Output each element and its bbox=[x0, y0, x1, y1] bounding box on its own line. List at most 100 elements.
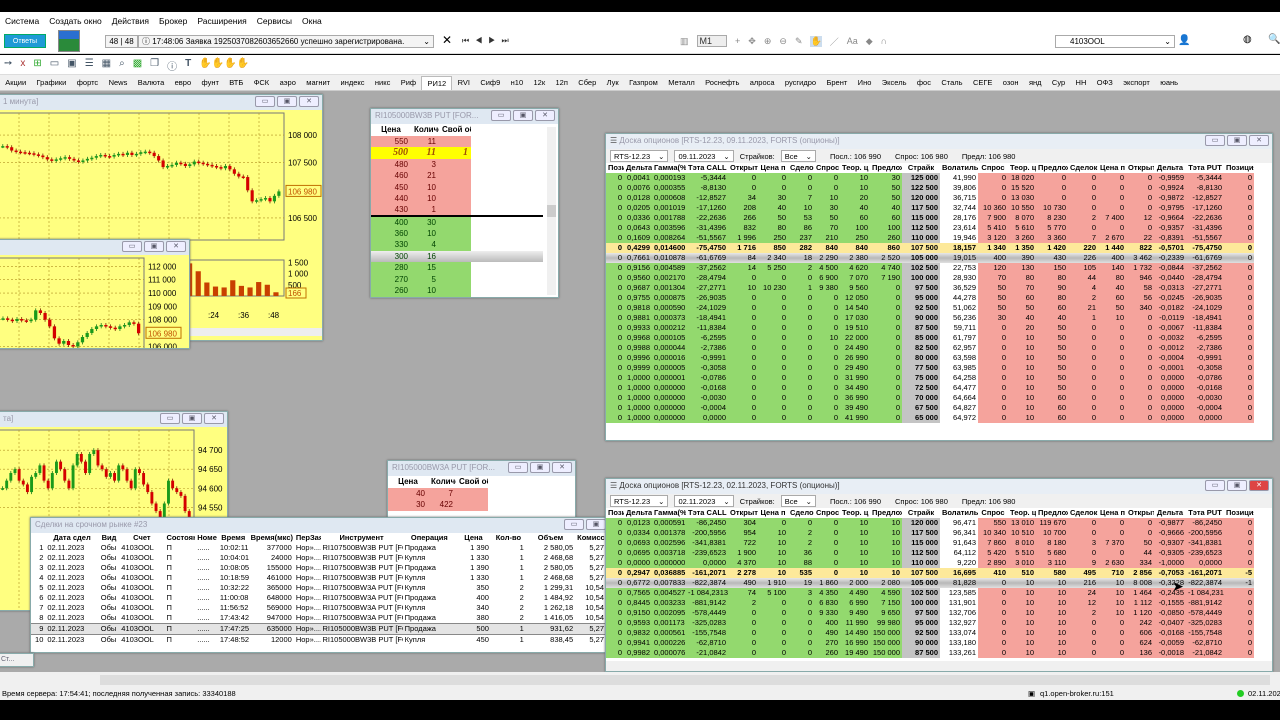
menu-item[interactable]: Расширения bbox=[192, 16, 251, 26]
option-row[interactable]: 0 0,0000 0,000000 0,0000 4 370 10 88 0 10 10 110 0… bbox=[606, 558, 1254, 568]
fill-icon[interactable]: ◆ bbox=[866, 36, 873, 47]
ask-row[interactable]: 480 3 bbox=[371, 158, 543, 170]
search-icon[interactable]: 🔍 bbox=[1268, 34, 1280, 45]
ask-row[interactable]: 450 10 bbox=[371, 181, 543, 193]
column-header[interactable]: Позиц bbox=[606, 163, 624, 173]
tab[interactable]: 12к bbox=[528, 76, 550, 89]
ask-row[interactable]: 550 11 bbox=[371, 135, 543, 147]
column-header[interactable]: Страйк bbox=[902, 163, 940, 173]
maximize-icon[interactable]: ▣ bbox=[1227, 480, 1247, 491]
ask-row[interactable]: 430 1 bbox=[371, 204, 543, 217]
column-header[interactable]: Цена п bbox=[1098, 508, 1126, 518]
column-header[interactable]: Сделок bbox=[1068, 508, 1098, 518]
user-icon[interactable]: 👤 bbox=[1178, 35, 1190, 46]
column-header[interactable]: Позиция bbox=[1224, 163, 1254, 173]
tab[interactable]: Брент bbox=[821, 76, 852, 89]
option-row[interactable]: 0 0,9999 0,000005 -0,3058 0 0 0 0 29 490 0 77 500 6… bbox=[606, 363, 1254, 373]
tab[interactable]: магнит bbox=[301, 76, 335, 89]
column-header[interactable]: Теор. ц bbox=[1008, 508, 1036, 518]
minimize-icon[interactable]: ▭ bbox=[491, 110, 511, 121]
table-icon[interactable]: ▦ bbox=[102, 58, 111, 73]
minimize-icon[interactable]: ▭ bbox=[1205, 135, 1225, 146]
instrument-select[interactable]: RTS-12.23 ⌄ bbox=[610, 495, 669, 507]
column-header[interactable]: Позиц bbox=[606, 508, 624, 518]
tab[interactable]: Сталь bbox=[936, 76, 968, 89]
window-icon[interactable]: ▭ bbox=[50, 58, 59, 73]
column-header[interactable]: Тэта CALL bbox=[686, 508, 728, 518]
close-icon[interactable]: ✕ bbox=[535, 110, 555, 121]
option-row[interactable]: 0 1,0000 0,000000 -0,0168 0 0 0 0 34 490 0 72 500 6… bbox=[606, 383, 1254, 393]
column-header[interactable]: Количе bbox=[411, 124, 439, 136]
bid-row[interactable]: 330 4 bbox=[371, 239, 543, 251]
options-board-1[interactable]: ☰ Доска опционов [RTS-12.23, 09.11.2023,… bbox=[605, 133, 1273, 441]
tab[interactable]: Сиф9 bbox=[475, 76, 505, 89]
column-header[interactable]: Комисс bbox=[575, 533, 606, 543]
column-header[interactable]: Цена bbox=[371, 124, 411, 136]
column-header[interactable]: Номе bbox=[195, 533, 218, 543]
trades-table[interactable]: Дата сдел Вид Счет Состоян Номе Время Время(мк… bbox=[31, 533, 606, 645]
column-header[interactable]: Спрос bbox=[814, 508, 840, 518]
option-row[interactable]: 0 0,0205 0,001019 -17,1260 208 40 10 30 40 40 117 … bbox=[606, 203, 1254, 213]
column-header[interactable]: Цена п bbox=[758, 508, 788, 518]
column-header[interactable]: Предлож bbox=[870, 508, 902, 518]
trade-row[interactable]: 6 02.11.2023 Обы 4103OOL П...... 11:00:08 6480… bbox=[31, 593, 606, 603]
bid-row[interactable]: 300 16 bbox=[371, 250, 543, 262]
instrument-select[interactable]: RTS-12.23 ⌄ bbox=[610, 150, 669, 162]
tab[interactable]: Графики bbox=[31, 76, 71, 89]
column-header[interactable]: Открыт bbox=[728, 508, 758, 518]
orderbook-window-1[interactable]: RI105000BW3B PUT [FOR...▭▣✕ ЦенаКоличеСв… bbox=[370, 108, 559, 298]
close-message-icon[interactable]: ✕ bbox=[442, 33, 452, 47]
expiry-select[interactable]: 02.11.2023 ⌄ bbox=[674, 495, 734, 507]
close-icon[interactable]: ✕ bbox=[552, 462, 572, 473]
trade-row[interactable]: 4 02.11.2023 Обы 4103OOL П...... 10:18:59 4610… bbox=[31, 573, 606, 583]
column-header[interactable]: Предлож bbox=[1036, 163, 1068, 173]
minimize-icon[interactable]: ▭ bbox=[160, 413, 180, 424]
bid-row[interactable]: 360 10 bbox=[371, 227, 543, 239]
column-header[interactable]: Теор. ц bbox=[840, 508, 870, 518]
menu-item[interactable]: Сервисы bbox=[252, 16, 297, 26]
option-row[interactable]: 0 0,9156 0,004589 -37,2562 14 5 250 2 4 500 4 62… bbox=[606, 263, 1254, 273]
option-row[interactable]: 0 0,9941 0,000226 -62,8710 0 0 0 270 16 990 150 0… bbox=[606, 638, 1254, 648]
minimize-icon[interactable]: ▭ bbox=[122, 241, 142, 252]
column-header[interactable]: Дата сдел bbox=[45, 533, 99, 543]
trade-row[interactable]: 10 02.11.2023 Обы 4103OOL П...... 17:48:52 120… bbox=[31, 634, 606, 645]
tab[interactable]: фортс bbox=[72, 76, 104, 89]
trade-row[interactable]: 7 02.11.2023 Обы 4103OOL П...... 11:56:52 5690… bbox=[31, 603, 606, 613]
option-row[interactable]: 0 0,9687 0,001304 -27,2771 10 10 230 1 9 380 9 5… bbox=[606, 283, 1254, 293]
maximize-icon[interactable]: ▣ bbox=[1227, 135, 1247, 146]
minimize-icon[interactable]: ▭ bbox=[564, 519, 584, 530]
tab[interactable]: русгидро bbox=[780, 76, 822, 89]
option-row[interactable]: 0 0,9996 0,000016 -0,9991 0 0 0 0 26 990 0 80 000 6… bbox=[606, 353, 1254, 363]
options-board-2[interactable]: ☰ Доска опционов [RTS-12.23, 02.11.2023,… bbox=[605, 478, 1273, 672]
tab[interactable]: Валюта bbox=[133, 76, 170, 89]
tab[interactable]: ФСК bbox=[249, 76, 275, 89]
zoom-in-icon[interactable]: ⊕ bbox=[764, 36, 772, 47]
account-select[interactable]: 4103OOL ⌄ bbox=[1055, 35, 1175, 48]
column-header[interactable]: Дельта bbox=[624, 508, 652, 518]
column-header[interactable]: Объем bbox=[525, 533, 576, 543]
ask-row[interactable]: 440 10 bbox=[371, 193, 543, 205]
close-icon[interactable]: ✕ bbox=[204, 413, 224, 424]
menu-item[interactable]: Создать окно bbox=[44, 16, 107, 26]
close-icon[interactable]: ✕ bbox=[299, 96, 319, 107]
option-row[interactable]: 0 0,4299 0,014600 -75,4750 1 716 850 282 840 840… bbox=[606, 243, 1254, 253]
option-row[interactable]: 0 0,9832 0,000561 -155,7548 0 0 0 490 14 490 150 … bbox=[606, 628, 1254, 638]
close-icon[interactable]: ✕ bbox=[166, 241, 186, 252]
interval-select[interactable]: M1 bbox=[696, 35, 728, 47]
option-row[interactable]: 0 0,0693 0,002596 -341,8381 722 10 2 0 10 10 115 0… bbox=[606, 538, 1254, 548]
option-row[interactable]: 0 0,9593 0,001173 -325,0283 0 0 0 400 11 990 99 9… bbox=[606, 618, 1254, 628]
column-header[interactable]: Сделок bbox=[1068, 163, 1098, 173]
minimize-icon[interactable]: ▭ bbox=[1205, 480, 1225, 491]
tab[interactable]: озон bbox=[998, 76, 1024, 89]
column-header[interactable]: Свой об bbox=[439, 124, 471, 136]
menu-item[interactable]: Действия bbox=[107, 16, 154, 26]
tab[interactable]: фунт bbox=[196, 76, 224, 89]
column-header[interactable]: Гамма(%) bbox=[652, 163, 686, 173]
option-row[interactable]: 0 0,9988 0,000044 -2,7386 0 0 0 0 24 490 0 82 500 6… bbox=[606, 343, 1254, 353]
text-icon[interactable]: T bbox=[185, 58, 191, 73]
info-icon[interactable]: ⓘ bbox=[167, 58, 177, 73]
column-header[interactable]: Дельта bbox=[1154, 163, 1186, 173]
option-row[interactable]: 0 1,0000 0,000000 -0,0004 0 0 0 0 39 490 0 67 500 6… bbox=[606, 403, 1254, 413]
pen-icon[interactable]: ✎ bbox=[795, 36, 803, 47]
column-header[interactable]: Открыт bbox=[1126, 508, 1154, 518]
